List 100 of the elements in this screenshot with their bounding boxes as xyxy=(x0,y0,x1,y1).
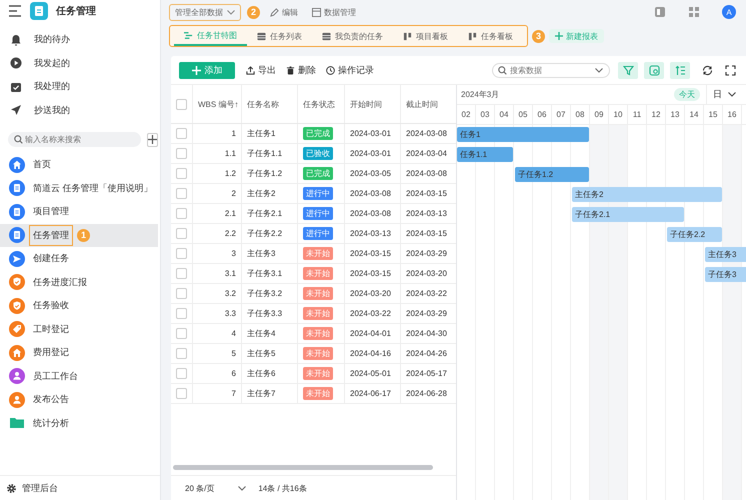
panel-icon[interactable] xyxy=(654,6,666,18)
export-button[interactable]: 导出 xyxy=(243,64,279,76)
search-field[interactable]: 输入名称来搜索 xyxy=(8,132,141,147)
table-cell: 2024-03-08 xyxy=(345,184,401,203)
table-cell-text: 2024-03-15 xyxy=(405,188,448,200)
sidebar-item[interactable]: 费用登记 xyxy=(0,341,158,364)
board-icon xyxy=(403,32,412,40)
view-tab[interactable]: 任务列表 xyxy=(247,27,312,45)
table-cell: 主任务6 xyxy=(242,364,298,383)
sidebar-item[interactable]: 员工工作台 xyxy=(0,364,158,388)
table-cell: 子任务2.1 xyxy=(242,204,298,223)
sidebar-item[interactable]: 创建任务 xyxy=(0,247,158,270)
day-label: 05 xyxy=(514,105,533,124)
page-size-dropdown[interactable]: 20 条/页 xyxy=(185,482,246,494)
sidebar-item[interactable]: 简道云 任务管理「使用说明」 xyxy=(0,176,158,200)
row-checkbox[interactable] xyxy=(176,288,187,299)
sidebar-item[interactable]: 我发起的 xyxy=(0,52,160,75)
scale-dropdown[interactable]: 日 xyxy=(706,85,746,104)
row-checkbox[interactable] xyxy=(176,228,187,239)
table-cell-text: 2024-04-26 xyxy=(405,348,448,360)
data-filter-dropdown[interactable]: 管理全部数据 xyxy=(169,4,241,20)
sidebar-item[interactable]: 任务管理 1 xyxy=(0,224,158,247)
column-header: 任务状态 xyxy=(298,85,345,123)
gantt-bar[interactable]: 子任务2.2 xyxy=(667,227,722,242)
sort-button[interactable] xyxy=(670,62,690,78)
inbox-icon xyxy=(10,80,22,93)
sidebar-item[interactable]: 任务进度汇报 xyxy=(0,270,158,294)
scrollbar-thumb[interactable] xyxy=(173,465,433,470)
gantt-bar[interactable]: 任务1 xyxy=(457,127,589,142)
sidebar-item[interactable]: 项目管理 xyxy=(0,200,158,224)
table-cell: 2024-04-01 xyxy=(345,324,401,343)
sidebar-item[interactable]: 任务验收 xyxy=(0,294,158,318)
caret-icon xyxy=(238,486,246,490)
status-tag: 未开始 xyxy=(303,367,333,380)
row-checkbox[interactable] xyxy=(176,148,187,159)
caret-icon xyxy=(728,92,736,97)
sidebar-item[interactable]: 抄送我的 xyxy=(0,98,160,122)
table-cell-text: 2024-06-28 xyxy=(405,388,448,400)
sidebar-item[interactable]: 统计分析 xyxy=(0,412,158,435)
sidebar-item[interactable]: 发布公告 xyxy=(0,388,158,412)
add-button[interactable] xyxy=(147,132,158,146)
menu-icon[interactable] xyxy=(8,5,22,17)
sidebar-item[interactable]: 我的待办 xyxy=(0,28,160,52)
gantt-bar[interactable]: 主任务3 xyxy=(705,247,746,262)
table-cell: 2024-03-15 xyxy=(345,244,401,263)
select-all-checkbox[interactable] xyxy=(176,98,187,110)
view-tab[interactable]: 我负责的任务 xyxy=(312,27,393,45)
table-cell: 2024-03-13 xyxy=(345,224,401,243)
delete-button[interactable]: 删除 xyxy=(283,64,319,76)
history-button[interactable]: 操作记录 xyxy=(323,64,377,76)
row-checkbox[interactable] xyxy=(176,308,187,319)
admin-link[interactable]: 管理后台 xyxy=(0,475,160,500)
view-tab[interactable]: 项目看板 xyxy=(393,27,458,45)
row-checkbox[interactable] xyxy=(176,328,187,339)
display-button[interactable] xyxy=(644,62,664,78)
row-checkbox[interactable] xyxy=(176,248,187,259)
refresh-icon[interactable] xyxy=(702,64,713,76)
fullscreen-icon[interactable] xyxy=(725,64,736,76)
month-label: 2024年3月 xyxy=(461,89,500,100)
row-checkbox[interactable] xyxy=(176,128,187,139)
sidebar-item[interactable]: 首页 xyxy=(0,153,158,176)
day-label: 14 xyxy=(685,105,704,124)
row-checkbox[interactable] xyxy=(176,268,187,279)
table-cell: 4 xyxy=(193,324,242,343)
status-tag: 已完成 xyxy=(303,167,333,180)
row-checkbox[interactable] xyxy=(176,388,187,399)
gantt-icon xyxy=(184,30,193,40)
sidebar-item[interactable]: 工时登记 xyxy=(0,318,158,341)
table-cell: 2024-05-01 xyxy=(345,364,401,383)
gantt-bar[interactable]: 任务1.1 xyxy=(457,147,513,162)
data-manage-button[interactable]: 数据管理 xyxy=(308,6,360,18)
table-cell: 主任务1 xyxy=(242,124,298,143)
table-cell: 1 xyxy=(193,124,242,143)
gantt-bar[interactable]: 子任务1.2 xyxy=(515,167,589,182)
row-checkbox[interactable] xyxy=(176,208,187,219)
gantt-bar[interactable]: 子任务3 xyxy=(705,267,746,282)
table-cell: 1.1 xyxy=(193,144,242,163)
table-cell: 1.2 xyxy=(193,164,242,183)
table-cell-text: 2024-03-22 xyxy=(405,288,448,300)
sidebar-item[interactable]: 我处理的 xyxy=(0,75,160,98)
grid-icon[interactable] xyxy=(688,6,700,18)
table-cell: 子任务3.3 xyxy=(242,304,298,323)
row-checkbox[interactable] xyxy=(176,168,187,179)
day-label: 16 xyxy=(723,105,742,124)
edit-button[interactable]: 编辑 xyxy=(266,6,302,18)
filter-button[interactable] xyxy=(618,62,638,78)
gantt-bar[interactable]: 子任务2.1 xyxy=(572,207,684,222)
row-checkbox[interactable] xyxy=(176,188,187,199)
row-checkbox[interactable] xyxy=(176,348,187,359)
table-cell: 6 xyxy=(193,364,242,383)
search-field[interactable]: 搜索数据 xyxy=(492,62,610,78)
view-tab[interactable]: 任务看板 xyxy=(458,27,523,45)
row-checkbox[interactable] xyxy=(176,368,187,379)
table-cell: 主任务2 xyxy=(242,184,298,203)
status-tag: 未开始 xyxy=(303,387,333,400)
user-avatar[interactable]: A xyxy=(722,5,736,19)
day-label: 12 xyxy=(647,105,666,124)
gantt-bar[interactable]: 主任务2 xyxy=(572,187,722,202)
clock-icon xyxy=(326,66,335,74)
status-tag: 未开始 xyxy=(303,267,333,280)
